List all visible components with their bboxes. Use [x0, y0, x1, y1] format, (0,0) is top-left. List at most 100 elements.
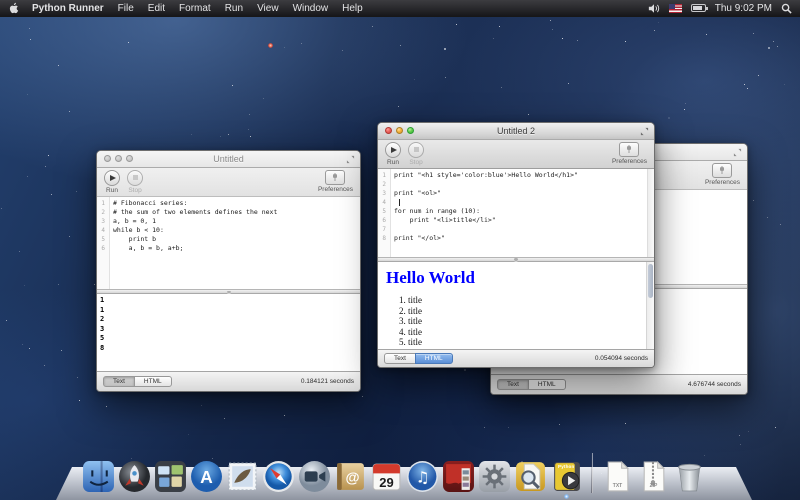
output-list: title title title title title title [394, 295, 654, 349]
spotlight-icon[interactable] [781, 3, 792, 14]
menu-file[interactable]: File [118, 3, 134, 14]
dock-item-address-book[interactable]: @ [334, 460, 367, 493]
code-editor[interactable]: 1# Fibonacci series: 2# the sum of two e… [97, 197, 360, 289]
window-untitled-2[interactable]: Untitled 2 Run Stop Preferences 1print "… [377, 122, 655, 368]
minimize-button[interactable] [396, 127, 403, 134]
output-area[interactable]: Hello World title title title title titl… [378, 262, 654, 349]
zoom-button[interactable] [407, 127, 414, 134]
preferences-button[interactable] [712, 163, 732, 178]
code-editor[interactable]: 1print "<h1 style='color:blue'>Hello Wor… [378, 169, 654, 257]
line-number: 4 [378, 198, 389, 207]
output-line: 5 [97, 334, 360, 344]
output-heading: Hello World [386, 268, 654, 288]
dock-item-trash[interactable] [673, 460, 706, 493]
trash-icon [673, 460, 706, 493]
output-area[interactable]: 1 1 2 3 5 8 [97, 294, 360, 371]
dock-item-photo-booth[interactable] [442, 460, 475, 493]
close-button[interactable] [385, 127, 392, 134]
run-label: Run [387, 159, 399, 166]
code-text: a, b = 0, 1 [108, 217, 156, 226]
menu-view[interactable]: View [257, 3, 279, 14]
menu-help[interactable]: Help [342, 3, 363, 14]
execution-time: 4.676744 seconds [688, 381, 741, 388]
preferences-button[interactable] [619, 142, 639, 157]
menu-edit[interactable]: Edit [148, 3, 165, 14]
line-number: 3 [378, 189, 389, 198]
window-untitled[interactable]: Untitled Run Stop Preferences 1# Fibonac… [96, 150, 361, 392]
zoom-button[interactable] [126, 155, 133, 162]
titlebar[interactable]: Untitled [97, 151, 360, 168]
apple-menu-icon[interactable] [8, 2, 20, 14]
run-button[interactable] [104, 170, 120, 186]
dock-item-itunes[interactable]: ♫ [406, 460, 439, 493]
facetime-camera-icon [298, 460, 331, 493]
output-line: 2 [97, 315, 360, 325]
tab-text[interactable]: Text [103, 376, 135, 387]
stop-button[interactable] [408, 142, 424, 158]
tab-html[interactable]: HTML [415, 353, 453, 364]
menu-format[interactable]: Format [179, 3, 211, 14]
svg-text:A: A [200, 467, 213, 487]
dock-item-finder[interactable] [82, 460, 115, 493]
menu-app-name[interactable]: Python Runner [32, 3, 104, 14]
list-item: title [408, 316, 654, 327]
dock-item-txt-document[interactable]: TXT [601, 460, 634, 493]
code-text: print "<ol>" [389, 189, 441, 198]
fullscreen-icon[interactable] [733, 148, 742, 157]
dock-item-python-runner[interactable]: Python [550, 460, 583, 493]
scrollbar[interactable] [647, 169, 654, 257]
finder-icon [82, 460, 115, 493]
list-item: title [408, 306, 654, 317]
menu-clock[interactable]: Thu 9:02 PM [715, 3, 772, 14]
dock-item-mission-control[interactable] [154, 460, 187, 493]
code-text [389, 225, 394, 234]
scrollbar-thumb[interactable] [648, 264, 653, 298]
code-text: print "<h1 style='color:blue'>Hello Worl… [389, 171, 578, 180]
preferences-button[interactable] [325, 170, 345, 185]
tab-html[interactable]: HTML [134, 376, 172, 387]
stop-icon [414, 147, 419, 152]
dock-item-document-search[interactable] [514, 460, 547, 493]
code-text: for num in range (10): [389, 207, 480, 216]
output-mode-control: Text HTML [103, 376, 172, 387]
battery-icon[interactable] [691, 4, 706, 12]
running-indicator [564, 494, 569, 499]
menu-window[interactable]: Window [293, 3, 329, 14]
dock-item-ical[interactable]: 29 [370, 460, 403, 493]
run-button[interactable] [385, 142, 401, 158]
scrollbar[interactable] [646, 262, 654, 349]
minimize-button[interactable] [115, 155, 122, 162]
mission-control-icon [154, 460, 187, 493]
preferences-icon [718, 165, 726, 175]
stop-button[interactable] [127, 170, 143, 186]
dock-item-system-preferences[interactable] [478, 460, 511, 493]
calendar-day: 29 [370, 475, 403, 490]
play-icon [110, 175, 116, 181]
dock-item-app-store[interactable]: A [190, 460, 223, 493]
fullscreen-icon[interactable] [346, 155, 355, 164]
dock-item-zip-archive[interactable]: ZIP [637, 460, 670, 493]
bottom-bar: Text HTML 0.184121 seconds [97, 371, 360, 391]
input-source-flag-icon[interactable] [669, 4, 682, 13]
line-number: 5 [378, 207, 389, 216]
window-title: Untitled 2 [378, 126, 654, 136]
dock-item-safari[interactable] [262, 460, 295, 493]
gear-icon [478, 460, 511, 493]
volume-icon[interactable] [648, 3, 660, 14]
dock-item-mail[interactable] [226, 460, 259, 493]
safari-compass-icon [262, 460, 295, 493]
dock-item-launchpad[interactable] [118, 460, 151, 493]
list-item: title [408, 348, 654, 350]
tab-html[interactable]: HTML [528, 379, 566, 390]
svg-text:@: @ [346, 471, 360, 487]
fullscreen-icon[interactable] [640, 127, 649, 136]
tab-text[interactable]: Text [384, 353, 416, 364]
splitter-dimple [227, 291, 231, 294]
menu-bar: Python Runner File Edit Format Run View … [0, 0, 800, 17]
titlebar[interactable]: Untitled 2 [378, 123, 654, 140]
dock-item-facetime[interactable] [298, 460, 331, 493]
line-number: 2 [97, 208, 108, 217]
close-button[interactable] [104, 155, 111, 162]
tab-text[interactable]: Text [497, 379, 529, 390]
menu-run[interactable]: Run [225, 3, 243, 14]
